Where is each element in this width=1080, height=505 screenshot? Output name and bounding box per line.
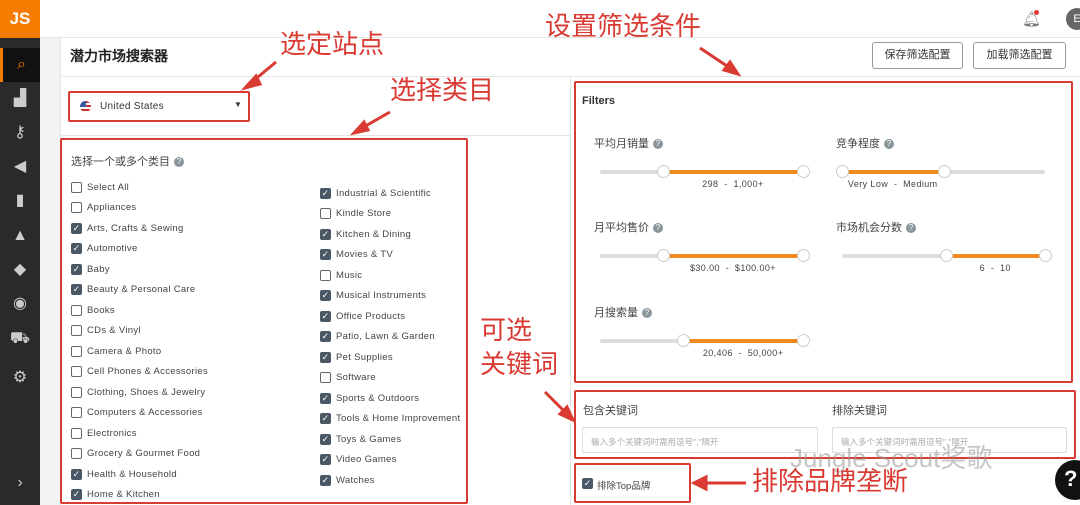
arrow-head	[349, 119, 371, 136]
arrow	[699, 46, 731, 70]
annotation-arrows	[240, 46, 746, 492]
arrow-head	[690, 474, 708, 492]
arrow-head	[240, 73, 263, 91]
